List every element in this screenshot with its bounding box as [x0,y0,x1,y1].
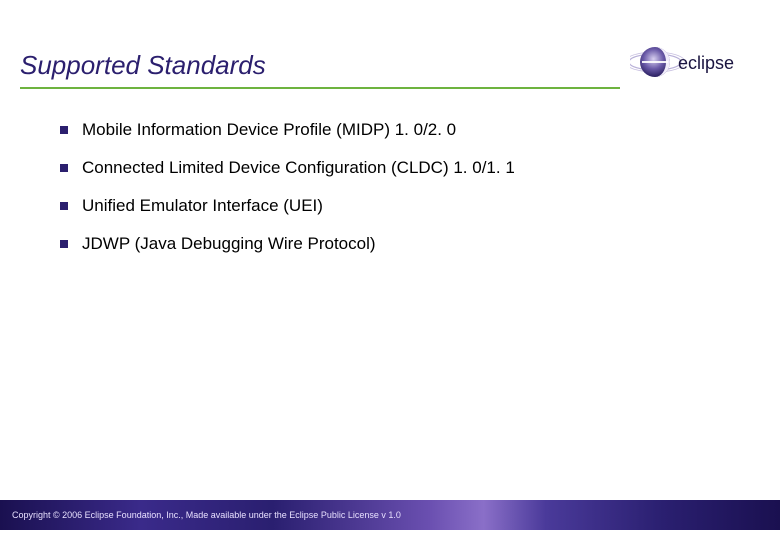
list-item: Unified Emulator Interface (UEI) [60,196,740,216]
bullet-icon [60,164,68,172]
eclipse-logo: eclipse [630,42,760,82]
slide-title: Supported Standards [20,50,620,81]
bullet-list: Mobile Information Device Profile (MIDP)… [60,120,740,272]
slide: Supported Standards eclipse Mobile Infor… [0,0,780,540]
bullet-icon [60,202,68,210]
bullet-text: Unified Emulator Interface (UEI) [82,196,323,216]
logo-text: eclipse [678,53,734,73]
list-item: Connected Limited Device Configuration (… [60,158,740,178]
bullet-text: JDWP (Java Debugging Wire Protocol) [82,234,376,254]
title-area: Supported Standards [20,50,620,89]
list-item: Mobile Information Device Profile (MIDP)… [60,120,740,140]
bullet-text: Mobile Information Device Profile (MIDP)… [82,120,456,140]
bullet-icon [60,126,68,134]
bullet-text: Connected Limited Device Configuration (… [82,158,515,178]
title-underline [20,87,620,89]
list-item: JDWP (Java Debugging Wire Protocol) [60,234,740,254]
bullet-icon [60,240,68,248]
footer-text: Copyright © 2006 Eclipse Foundation, Inc… [12,510,401,520]
footer-bar: Copyright © 2006 Eclipse Foundation, Inc… [0,500,780,530]
